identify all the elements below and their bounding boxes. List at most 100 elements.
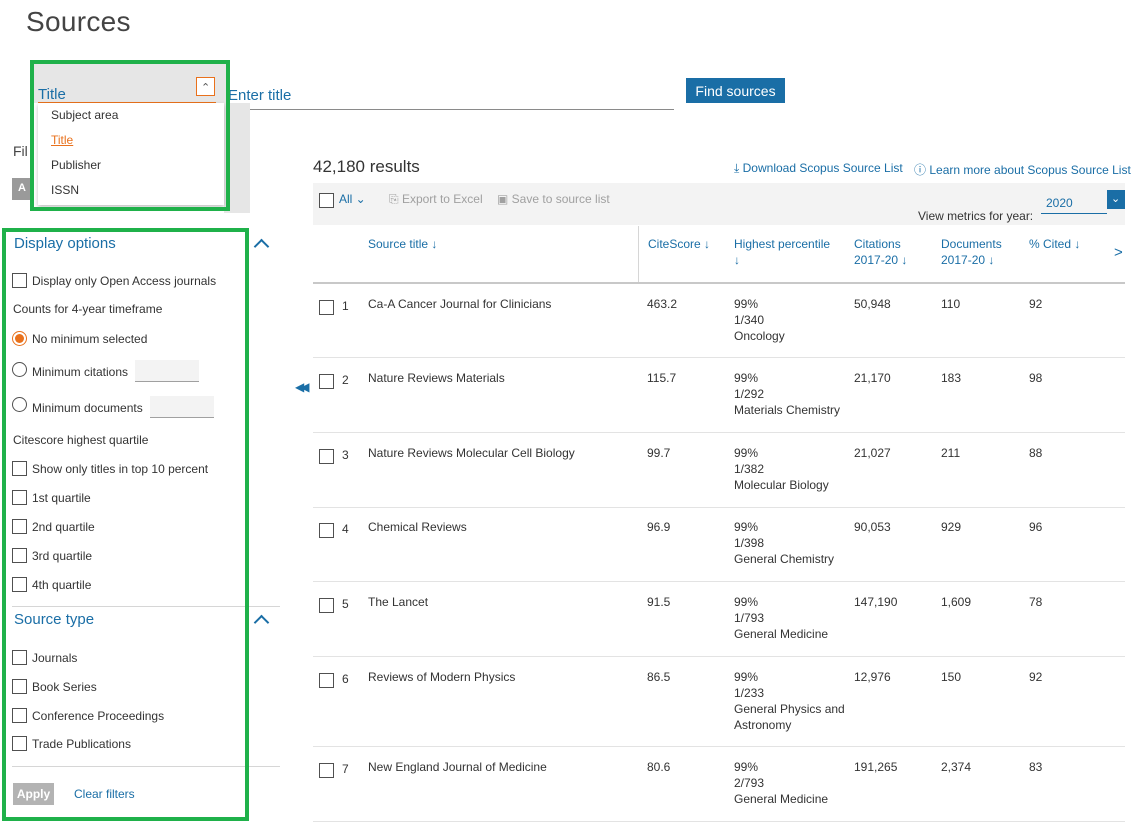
download-label: Download Scopus Source List: [742, 161, 903, 175]
download-source-list-link[interactable]: ⤓ Download Scopus Source List: [734, 161, 903, 176]
percent-cited-value: 78: [1029, 595, 1043, 609]
column-citations[interactable]: Citations 2017-20 ↓: [854, 236, 907, 268]
chevron-down-icon: ⌄: [1111, 193, 1121, 205]
chevron-up-icon[interactable]: [253, 614, 270, 631]
citescore-value: 115.7: [647, 371, 677, 385]
percentile-value: 99%: [734, 297, 759, 311]
row-checkbox[interactable]: [319, 449, 334, 464]
highlight-frame: [30, 60, 230, 211]
percent-cited-value: 96: [1029, 520, 1043, 534]
export-icon: ⎘: [389, 192, 402, 206]
row-number: 2: [342, 373, 349, 387]
column-documents-line1: Documents: [941, 237, 1002, 251]
select-all-label: All: [339, 192, 353, 206]
percentile-value: 99%: [734, 595, 759, 609]
collapse-sidebar-icon[interactable]: ◀◀: [295, 380, 310, 394]
subject-area: Oncology: [734, 329, 785, 343]
highlight-frame: [2, 228, 249, 821]
percent-cited-value: 83: [1029, 760, 1043, 774]
percentile-value: 99%: [734, 371, 759, 385]
subject-area: General Physics and: [734, 702, 845, 716]
row-checkbox[interactable]: [319, 598, 334, 613]
select-all-checkbox[interactable]: [319, 193, 334, 208]
subject-area: Molecular Biology: [734, 478, 829, 492]
citescore-value: 86.5: [647, 670, 671, 684]
info-icon: ⓘ: [914, 163, 930, 177]
subject-area-continued: Astronomy: [734, 718, 792, 732]
percent-cited-value: 92: [1029, 297, 1043, 311]
source-title-link[interactable]: New England Journal of Medicine: [368, 759, 547, 775]
column-citescore-label: CiteScore ↓: [648, 237, 711, 251]
row-number: 1: [342, 299, 349, 313]
filter-heading: Fil: [13, 143, 28, 159]
source-title-link[interactable]: Ca-A Cancer Journal for Clinicians: [368, 296, 551, 312]
row-divider: [313, 357, 1125, 358]
documents-value: 183: [941, 371, 962, 385]
save-to-list-button[interactable]: ▣ Save to source list: [497, 192, 610, 206]
citations-value: 147,190: [854, 595, 898, 609]
column-citations-line1: Citations: [854, 237, 901, 251]
column-percent-cited[interactable]: % Cited ↓: [1029, 236, 1080, 252]
percentile-rank: 2/793: [734, 776, 765, 790]
select-all-dropdown[interactable]: All ⌄: [339, 192, 366, 206]
filter-chip[interactable]: A: [12, 178, 30, 200]
save-label: Save to source list: [511, 192, 610, 206]
source-title-link[interactable]: Nature Reviews Molecular Cell Biology: [368, 445, 575, 461]
column-citations-line2: 2017-20 ↓: [854, 253, 908, 267]
citations-value: 21,170: [854, 371, 891, 385]
row-divider: [313, 656, 1125, 657]
row-checkbox[interactable]: [319, 763, 334, 778]
row-number: 6: [342, 672, 349, 686]
documents-value: 211: [941, 446, 961, 460]
column-documents-line2: 2017-20 ↓: [941, 253, 995, 267]
search-input[interactable]: [228, 82, 674, 110]
source-title-link[interactable]: Chemical Reviews: [368, 519, 467, 535]
citescore-value: 99.7: [647, 446, 671, 460]
save-icon: ▣: [497, 192, 512, 206]
documents-value: 929: [941, 520, 962, 534]
source-title-link[interactable]: The Lancet: [368, 594, 428, 610]
row-divider: [313, 507, 1125, 508]
percentile-rank: 1/340: [734, 313, 765, 327]
row-checkbox[interactable]: [319, 523, 334, 538]
citations-value: 12,976: [854, 670, 891, 684]
chevron-up-icon[interactable]: [253, 238, 270, 255]
percent-cited-value: 98: [1029, 371, 1043, 385]
header-divider: [313, 282, 1125, 284]
learn-more-link[interactable]: ⓘ Learn more about Scopus Source List: [914, 161, 1131, 178]
row-checkbox[interactable]: [319, 300, 334, 315]
row-number: 3: [342, 448, 349, 462]
citescore-value: 80.6: [647, 760, 671, 774]
percentile-rank: 1/398: [734, 536, 765, 550]
row-divider: [313, 581, 1125, 582]
citations-value: 50,948: [854, 297, 891, 311]
citescore-value: 91.5: [647, 595, 671, 609]
percent-cited-value: 92: [1029, 670, 1043, 684]
year-select-toggle[interactable]: ⌄: [1107, 190, 1125, 209]
column-citescore[interactable]: CiteScore ↓: [648, 236, 710, 252]
percentile-value: 99%: [734, 446, 759, 460]
subject-area: General Chemistry: [734, 552, 835, 566]
chevron-right-icon[interactable]: >: [1114, 244, 1123, 261]
row-checkbox[interactable]: [319, 374, 334, 389]
row-checkbox[interactable]: [319, 673, 334, 688]
citations-value: 90,053: [854, 520, 891, 534]
column-source-title[interactable]: Source title ↓: [368, 236, 437, 252]
percentile-value: 99%: [734, 760, 759, 774]
column-highest-percentile[interactable]: Highest percentile ↓: [734, 236, 830, 268]
column-divider: [638, 226, 639, 282]
percentile-value: 99%: [734, 670, 759, 684]
documents-value: 110: [941, 297, 961, 311]
source-title-link[interactable]: Reviews of Modern Physics: [368, 669, 515, 685]
citescore-value: 463.2: [647, 297, 678, 311]
export-excel-button[interactable]: ⎘ Export to Excel: [389, 192, 483, 207]
documents-value: 1,609: [941, 595, 972, 609]
column-documents[interactable]: Documents 2017-20 ↓: [941, 236, 1002, 268]
subject-area: General Medicine: [734, 792, 829, 806]
find-sources-button[interactable]: Find sources: [686, 78, 785, 103]
row-divider: [313, 432, 1125, 433]
citescore-value: 96.9: [647, 520, 671, 534]
source-title-link[interactable]: Nature Reviews Materials: [368, 370, 505, 386]
year-select[interactable]: 2020: [1041, 190, 1107, 214]
percentile-value: 99%: [734, 520, 759, 534]
